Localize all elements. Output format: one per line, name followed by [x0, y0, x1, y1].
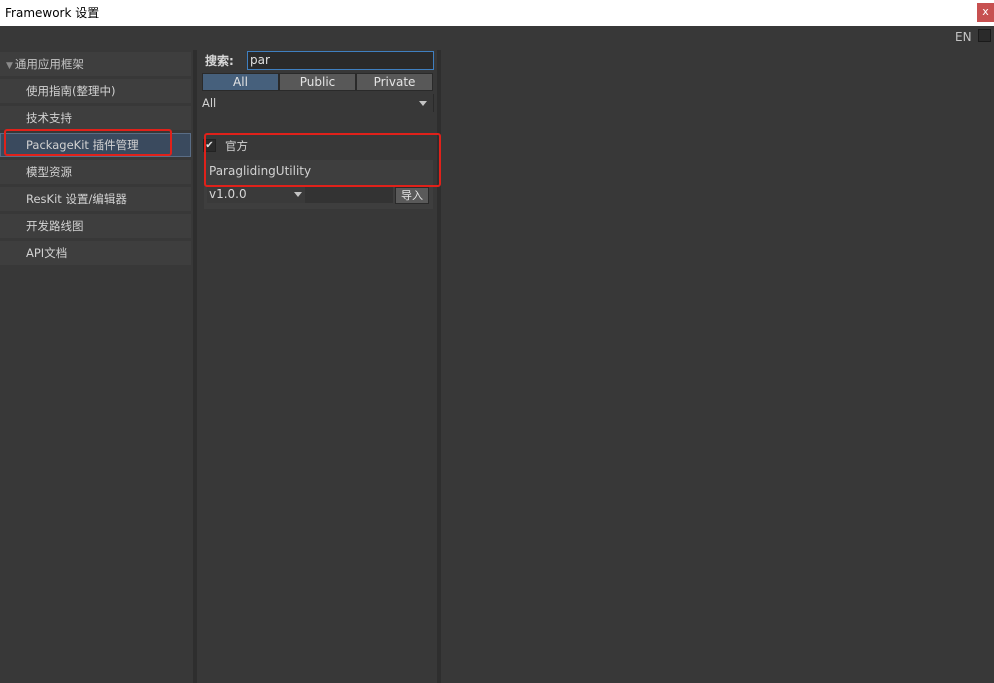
search-label: 搜索:: [205, 54, 234, 68]
version-select[interactable]: v1.0.0: [207, 185, 305, 203]
close-button[interactable]: x: [977, 3, 994, 22]
language-label: EN: [955, 30, 972, 44]
sidebar-item-models[interactable]: 模型资源: [0, 160, 191, 184]
search-input[interactable]: par: [247, 51, 434, 70]
category-dropdown-value: All: [202, 96, 217, 110]
dropdown-arrow-icon: [419, 101, 427, 106]
sidebar-item-api-docs[interactable]: API文档: [0, 241, 191, 265]
sidebar-item-guide[interactable]: 使用指南(整理中): [0, 79, 191, 103]
sidebar-group-header[interactable]: ▼ 通用应用框架: [0, 52, 191, 76]
official-checkbox[interactable]: ✔: [203, 139, 216, 152]
category-dropdown[interactable]: All: [202, 94, 435, 112]
package-item: ParaglidingUtility v1.0.0 导入: [204, 160, 433, 209]
sidebar-group-label: 通用应用框架: [14, 57, 84, 71]
window-title: Framework 设置: [5, 6, 100, 20]
sidebar-item-support[interactable]: 技术支持: [0, 106, 191, 130]
sidebar-item-reskit[interactable]: ResKit 设置/编辑器: [0, 187, 191, 211]
import-button[interactable]: 导入: [395, 187, 429, 204]
version-value: v1.0.0: [209, 187, 247, 201]
detail-pane: [441, 50, 994, 683]
tab-public[interactable]: Public: [279, 73, 356, 91]
version-info-area: [305, 185, 393, 203]
framework-settings-window: EN ▼ 通用应用框架 使用指南(整理中) 技术支持 PackageKit 插件管…: [0, 26, 994, 683]
tab-private[interactable]: Private: [356, 73, 433, 91]
version-dropdown-arrow-icon: [294, 192, 302, 197]
package-filter-tabs: All Public Private: [202, 73, 433, 91]
title-bar: Framework 设置 x: [0, 0, 994, 26]
tab-all[interactable]: All: [202, 73, 279, 91]
check-icon: ✔: [205, 140, 214, 151]
sidebar-item-roadmap[interactable]: 开发路线图: [0, 214, 191, 238]
package-name: ParaglidingUtility: [209, 164, 312, 178]
expand-triangle-icon: ▼: [6, 61, 13, 71]
language-toggle-checkbox[interactable]: [978, 29, 991, 42]
official-checkbox-label: 官方: [225, 139, 248, 153]
sidebar: ▼ 通用应用框架 使用指南(整理中) 技术支持 PackageKit 插件管理 模…: [0, 50, 193, 683]
sidebar-item-packagekit[interactable]: PackageKit 插件管理: [0, 133, 191, 157]
package-manager-panel: 搜索: par All Public Private All ✔ 官方 Para…: [197, 50, 437, 683]
dropdown-divider: [433, 94, 434, 112]
